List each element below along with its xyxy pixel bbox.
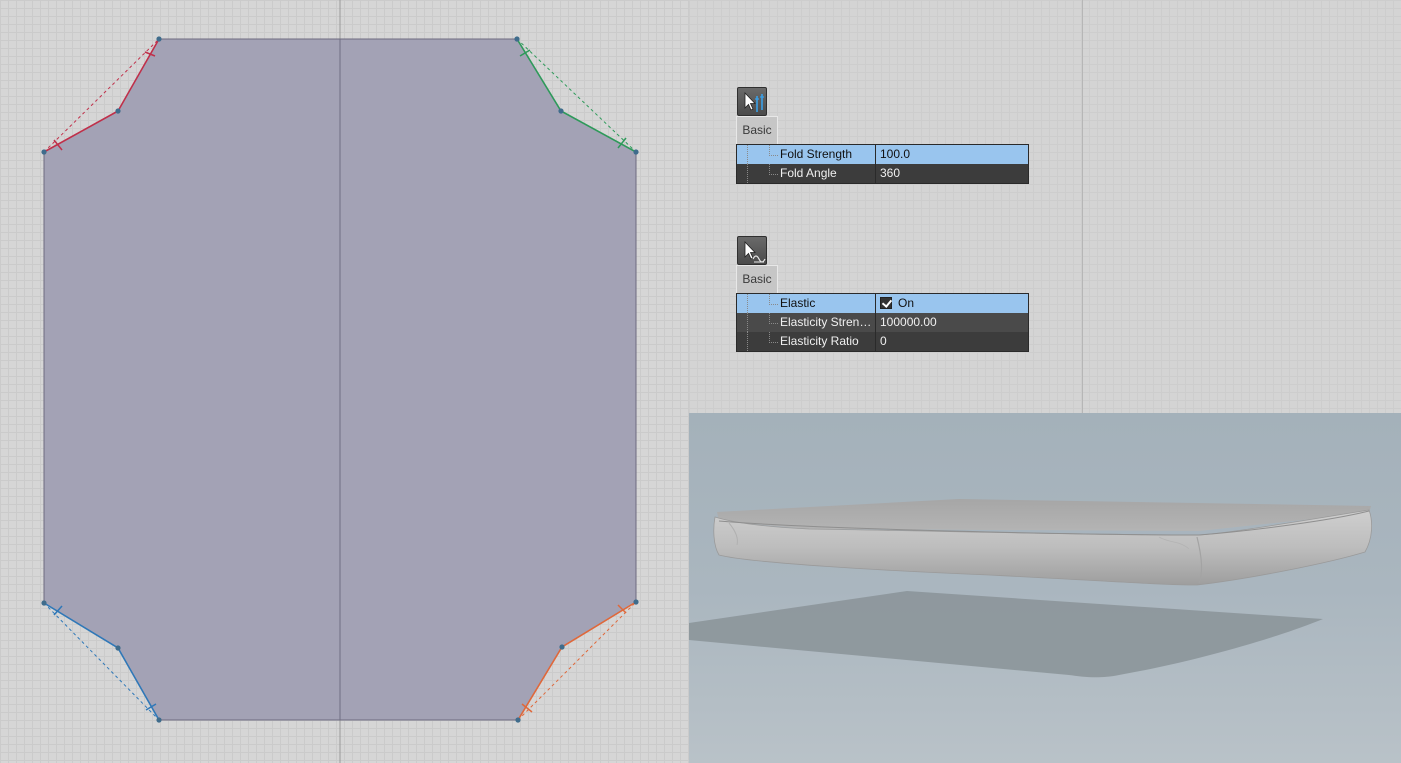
3d-viewport[interactable]	[689, 413, 1401, 763]
elasticity-strength-value[interactable]: 100000.00	[876, 313, 1028, 332]
fold-property-panel: Basic Fold Strength 100.0 Fold Angle 360	[736, 87, 1029, 184]
property-row-elasticity-ratio[interactable]: Elasticity Ratio 0	[737, 332, 1028, 351]
fold-property-table: Fold Strength 100.0 Fold Angle 360	[736, 144, 1029, 184]
property-name: Elasticity Ratio	[737, 332, 876, 351]
elastic-checkbox[interactable]	[880, 297, 892, 309]
elastic-property-panel: Basic Elastic On Elasticity Stren… 10000…	[736, 236, 1029, 352]
fold-angle-value[interactable]: 360	[876, 164, 1028, 183]
elasticity-ratio-value[interactable]: 0	[876, 332, 1028, 351]
grid-axis-line	[1082, 0, 1083, 413]
elastic-toggle[interactable]: On	[876, 294, 1028, 313]
tab-basic[interactable]: Basic	[736, 116, 778, 144]
floor-shadow	[689, 591, 1323, 678]
3d-scene[interactable]	[689, 413, 1401, 763]
property-name: Elastic	[737, 294, 876, 313]
pattern-canvas[interactable]	[0, 0, 689, 763]
2d-pattern-viewport[interactable]	[0, 0, 689, 763]
fold-strength-value[interactable]: 100.0	[876, 145, 1028, 164]
property-row-elasticity-strength[interactable]: Elasticity Stren… 100000.00	[737, 313, 1028, 332]
property-row-elastic[interactable]: Elastic On	[737, 294, 1028, 313]
elastic-checkbox-label: On	[898, 296, 915, 310]
property-name: Fold Angle	[737, 164, 876, 183]
property-row-fold-strength[interactable]: Fold Strength 100.0	[737, 145, 1028, 164]
property-row-fold-angle[interactable]: Fold Angle 360	[737, 164, 1028, 183]
property-name: Elasticity Stren…	[737, 313, 876, 332]
property-name: Fold Strength	[737, 145, 876, 164]
tab-basic[interactable]: Basic	[736, 265, 778, 293]
elastic-tool-icon[interactable]	[737, 236, 767, 265]
elastic-property-table: Elastic On Elasticity Stren… 100000.00 E…	[736, 293, 1029, 352]
fold-tool-icon[interactable]	[737, 87, 767, 116]
